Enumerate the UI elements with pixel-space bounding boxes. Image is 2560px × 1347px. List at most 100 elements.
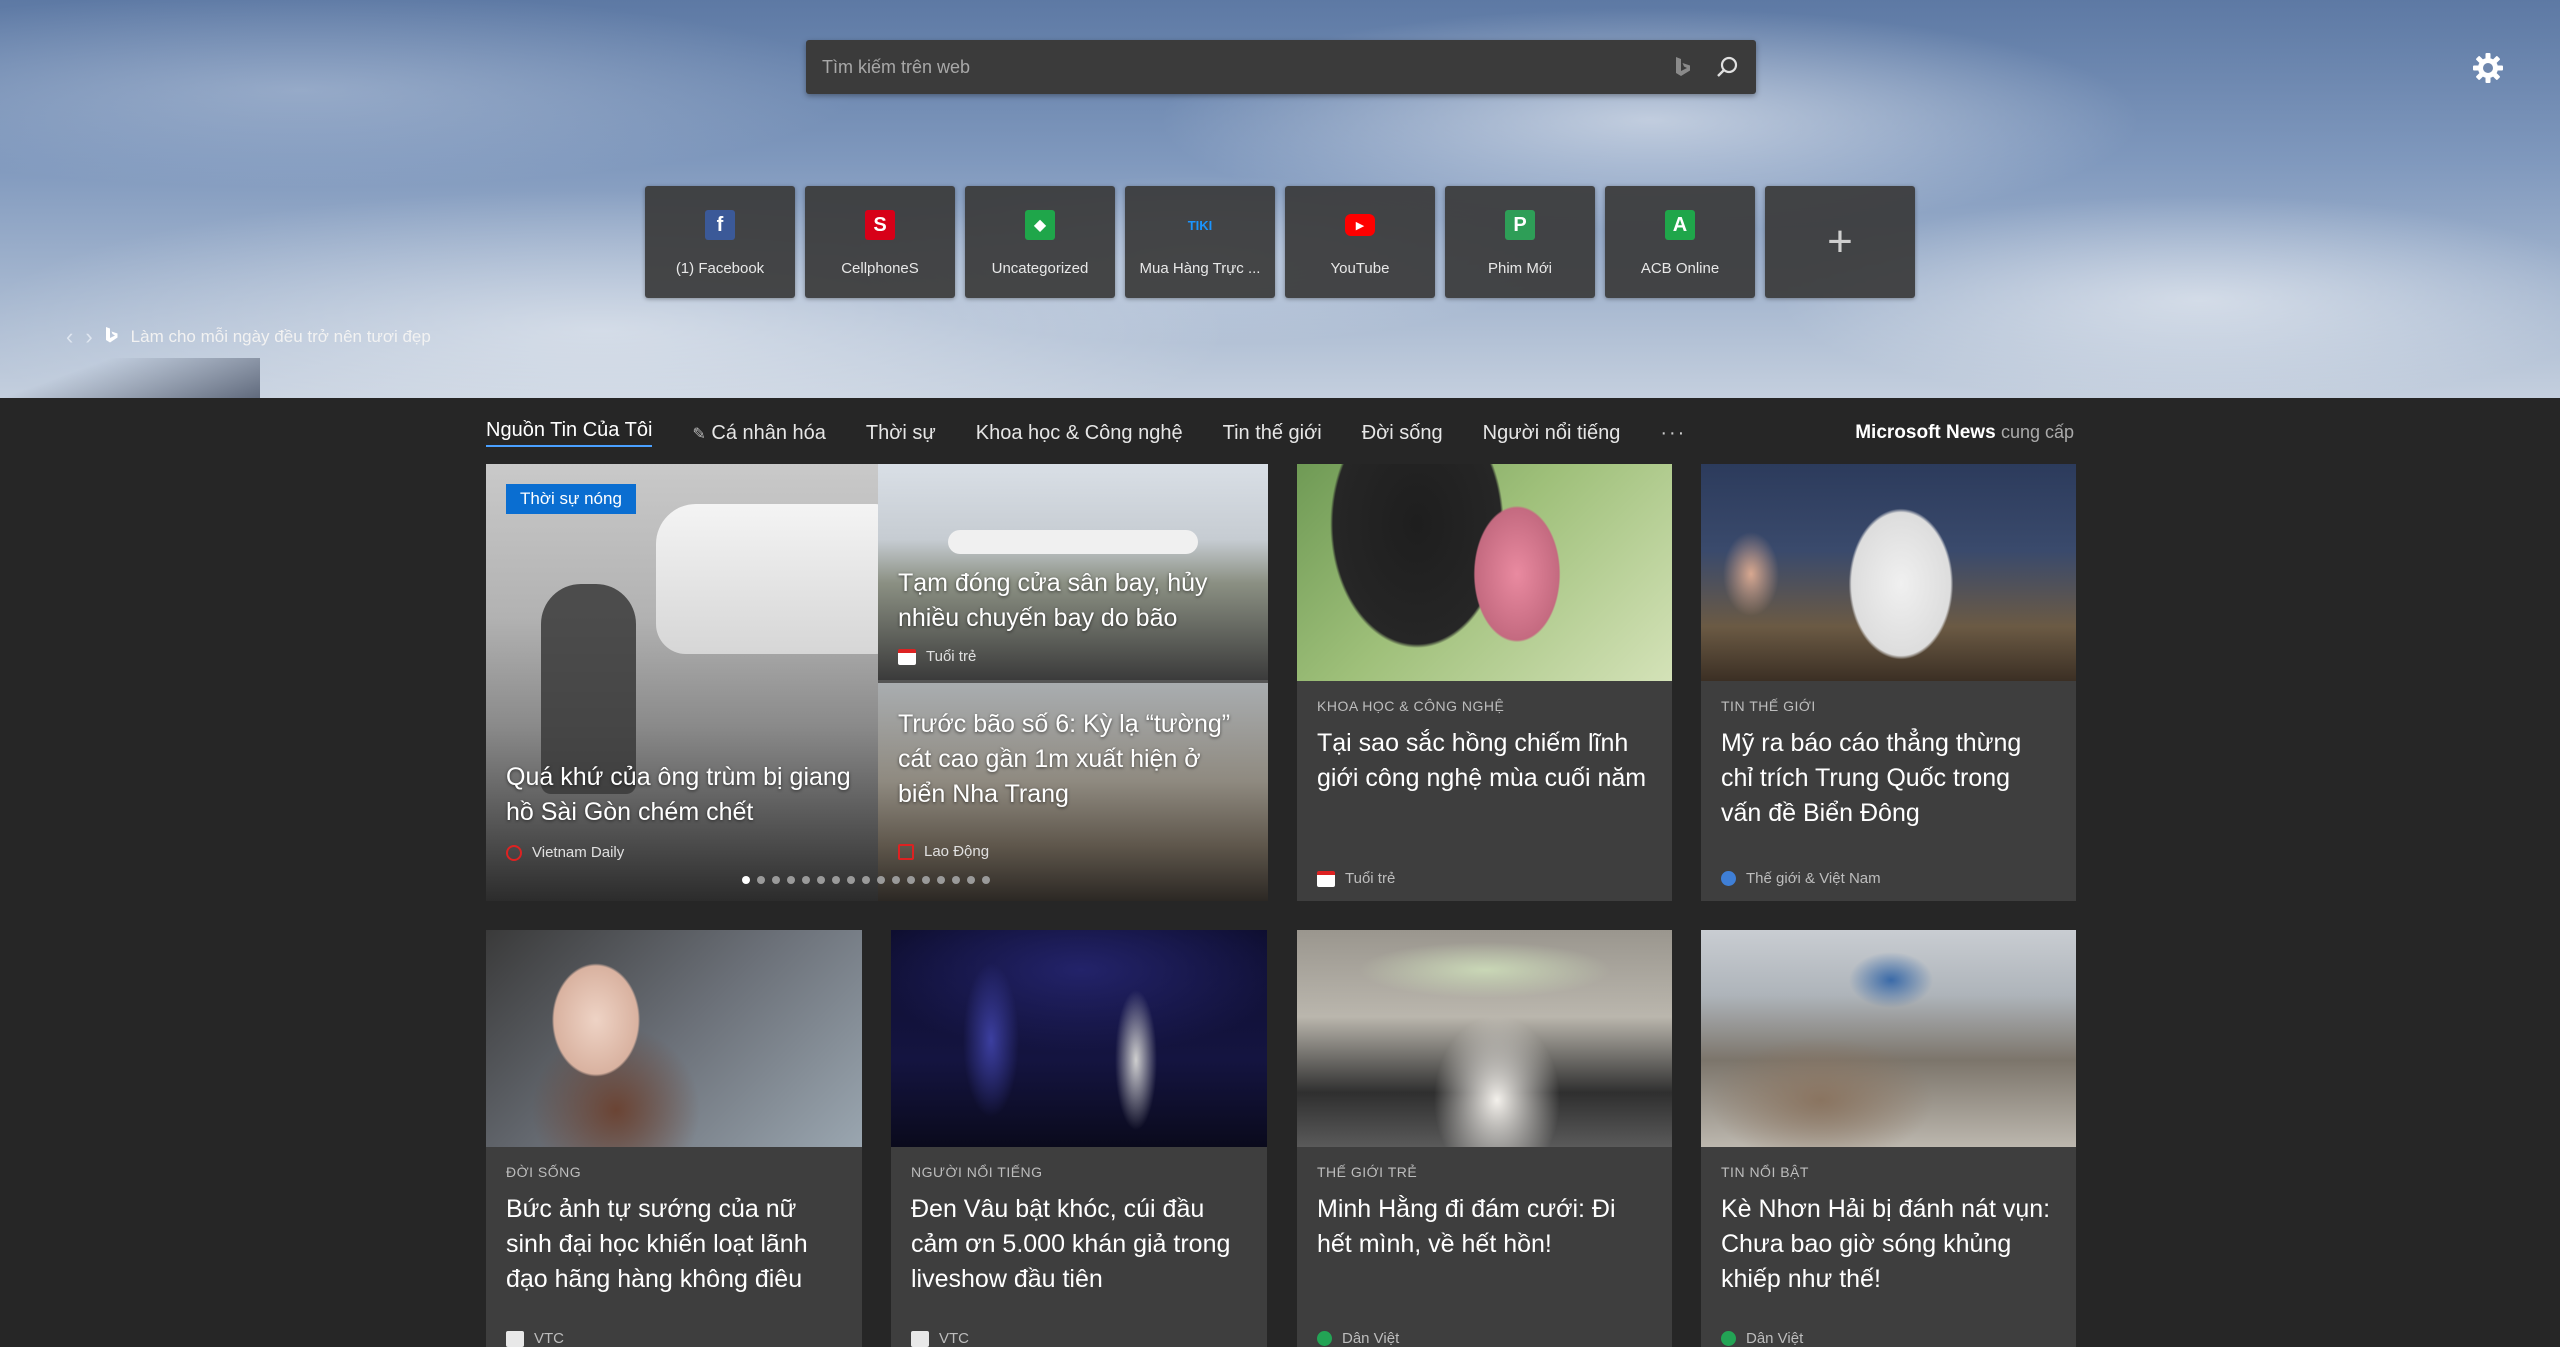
carousel-bottom-story[interactable]: Trước bão số 6: Kỳ lạ “tường” cát cao gầ… [878,683,1268,901]
story-source: VTC [911,1330,969,1347]
more-tabs-button[interactable]: ··· [1660,422,1686,445]
story-image [486,930,862,1147]
news-card[interactable]: TIN THẾ GIỚI Mỹ ra báo cáo thẳng thừng c… [1701,464,2076,901]
story-image [1701,930,2076,1147]
story-source-name: Thế giới & Việt Nam [1746,870,1881,887]
youtube-icon: ▶ [1345,214,1375,236]
add-quick-link-button[interactable]: + [1765,186,1915,298]
story-source: Vietnam Daily [506,844,624,861]
story-title: Tại sao sắc hồng chiếm lĩnh giới công ng… [1317,729,1647,792]
carousel-dot[interactable] [817,876,825,884]
letter-a-icon: A [1665,210,1695,240]
story-source: Tuổi trẻ [898,648,976,665]
search-input[interactable] [806,39,1668,95]
news-card[interactable]: TIN NỔI BẬT Kè Nhơn Hải bị đánh nát vụn:… [1701,930,2076,1347]
carousel-pagination [742,876,990,884]
story-source-name: VTC [534,1330,564,1347]
carousel-dot[interactable] [877,876,885,884]
vietnam-daily-icon [506,844,522,861]
story-source-name: Lao Động [924,843,990,860]
quick-link-label: Phim Mới [1487,260,1552,277]
quick-link-label: Mua Hàng Trực ... [1139,260,1261,277]
quick-link-phim-moi[interactable]: P Phim Mới [1445,186,1595,298]
dan-viet-icon [1721,1331,1736,1346]
previous-image-chevron-icon[interactable]: ‹ [66,324,73,350]
carousel-main-story[interactable]: Thời sự nóng Quá khứ của ông trùm bị gia… [486,464,886,901]
quick-link-label: YouTube [1330,260,1390,277]
quick-link-label: ACB Online [1640,260,1720,277]
story-source: Dân Việt [1721,1330,1803,1347]
lao-dong-icon [898,843,914,860]
carousel-dot[interactable] [922,876,930,884]
story-image [656,504,886,654]
search-box[interactable] [806,39,1756,95]
carousel-dot[interactable] [787,876,795,884]
story-image [948,530,1198,554]
carousel-dot[interactable] [982,876,990,884]
carousel-dot[interactable] [772,876,780,884]
tab-science-tech[interactable]: Khoa học & Công nghệ [976,422,1183,445]
provider-suffix: cung cấp [2000,422,2074,442]
carousel-dot[interactable] [847,876,855,884]
news-card[interactable]: NGƯỜI NỔI TIẾNG Đen Vâu bật khóc, cúi đầ… [891,930,1267,1347]
story-title: Quá khứ của ông trùm bị giang hồ Sài Gòn… [506,763,851,826]
carousel-dot[interactable] [952,876,960,884]
carousel-dot[interactable] [892,876,900,884]
settings-gear-icon[interactable] [2470,50,2506,86]
carousel-dot[interactable] [937,876,945,884]
tab-my-feed[interactable]: Nguồn Tin Của Tôi [486,419,653,447]
news-carousel[interactable]: Thời sự nóng Quá khứ của ông trùm bị gia… [486,464,1268,901]
facebook-icon: f [705,210,735,240]
story-category: ĐỜI SỐNG [506,1164,582,1180]
story-image [1297,930,1672,1147]
cellphones-icon: S [865,210,895,240]
carousel-dot[interactable] [862,876,870,884]
story-source-name: VTC [939,1330,969,1347]
story-category: TIN THẾ GIỚI [1721,698,1816,714]
news-card[interactable]: ĐỜI SỐNG Bức ảnh tự sướng của nữ sinh đạ… [486,930,862,1347]
quick-link-cellphones[interactable]: S CellphoneS [805,186,955,298]
tab-world[interactable]: Tin thế giới [1223,422,1322,445]
story-source: Dân Việt [1317,1330,1399,1347]
story-title: Kè Nhơn Hải bị đánh nát vụn: Chưa bao gi… [1721,1195,2051,1293]
quick-link-label: (1) Facebook [675,260,765,277]
story-category: THẾ GIỚI TRẺ [1317,1164,1418,1180]
feedly-icon: ◆ [1025,210,1055,240]
search-icon[interactable] [1712,52,1742,82]
news-card[interactable]: THẾ GIỚI TRẺ Minh Hằng đi đám cưới: Đi h… [1297,930,1672,1347]
bing-icon [1668,52,1698,82]
carousel-dot[interactable] [967,876,975,884]
quick-link-facebook[interactable]: f (1) Facebook [645,186,795,298]
quick-link-tiki[interactable]: TIKI Mua Hàng Trực ... [1125,186,1275,298]
quick-link-uncategorized[interactable]: ◆ Uncategorized [965,186,1115,298]
tab-life[interactable]: Đời sống [1362,422,1443,445]
globe-icon [1721,871,1736,886]
carousel-dot[interactable] [802,876,810,884]
news-card[interactable]: KHOA HỌC & CÔNG NGHỆ Tại sao sắc hồng ch… [1297,464,1672,901]
carousel-dot[interactable] [757,876,765,884]
story-category: KHOA HỌC & CÔNG NGHỆ [1317,698,1505,714]
hot-news-badge: Thời sự nóng [506,484,636,514]
story-title: Tạm đóng cửa sân bay, hủy nhiều chuyến b… [898,569,1208,632]
carousel-top-story[interactable]: Tạm đóng cửa sân bay, hủy nhiều chuyến b… [878,464,1268,680]
story-image [891,930,1267,1147]
tab-news[interactable]: Thời sự [866,422,936,445]
quick-link-label: Uncategorized [991,260,1089,277]
tagline-text[interactable]: Làm cho mỗi ngày đều trở nên tươi đẹp [131,327,431,347]
carousel-dot[interactable] [907,876,915,884]
quick-links: f (1) Facebook S CellphoneS ◆ Uncategori… [645,186,1915,298]
next-image-chevron-icon[interactable]: › [85,324,92,350]
quick-link-youtube[interactable]: ▶ YouTube [1285,186,1435,298]
provider-name: Microsoft News [1855,422,1996,443]
vtc-icon [911,1330,929,1347]
story-title: Bức ảnh tự sướng của nữ sinh đại học khi… [506,1195,808,1293]
quick-link-acb-online[interactable]: A ACB Online [1605,186,1755,298]
carousel-dot[interactable] [742,876,750,884]
story-title: Trước bão số 6: Kỳ lạ “tường” cát cao gầ… [898,710,1231,808]
story-source-name: Tuổi trẻ [926,648,977,665]
tab-celebrities[interactable]: Người nổi tiếng [1483,422,1621,445]
tab-personalize[interactable]: ✎ Cá nhân hóa [692,422,826,445]
image-caption: ‹ › Làm cho mỗi ngày đều trở nên tươi đẹ… [66,324,431,350]
story-source-name: Tuổi trẻ [1345,870,1396,887]
carousel-dot[interactable] [832,876,840,884]
